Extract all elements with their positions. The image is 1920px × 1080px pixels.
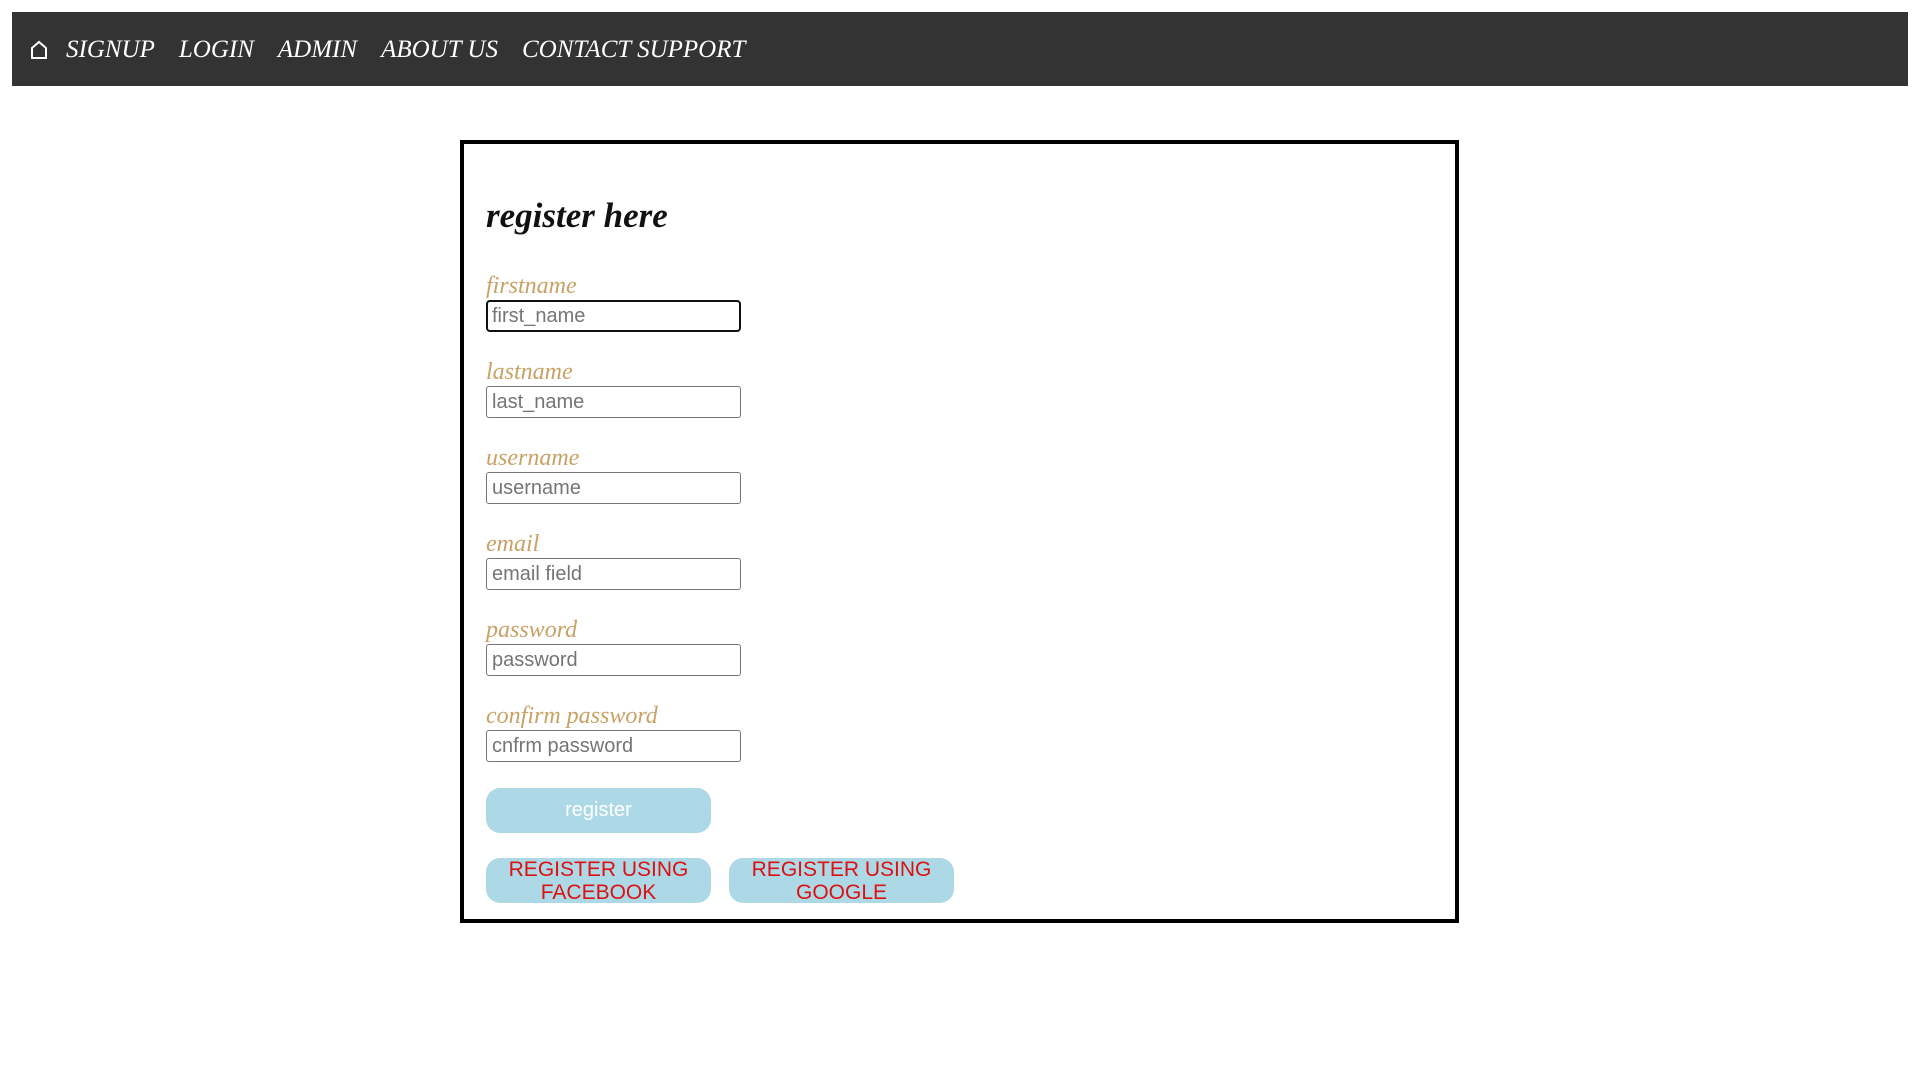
confirm-password-label: confirm password (486, 703, 658, 729)
nav-admin-link[interactable]: ADMIN (278, 37, 357, 62)
nav-contact-support-link[interactable]: CONTACT SUPPORT (522, 37, 745, 62)
username-input[interactable] (486, 472, 741, 504)
firstname-label: firstname (486, 273, 577, 299)
lastname-input[interactable] (486, 386, 741, 418)
register-facebook-label: REGISTER USING FACEBOOK (508, 857, 689, 904)
nav-signup-link[interactable]: SIGNUP (66, 37, 155, 62)
register-facebook-button[interactable]: REGISTER USING FACEBOOK (486, 857, 711, 904)
confirm-password-input[interactable] (486, 730, 741, 762)
username-label: username (486, 445, 580, 471)
lastname-label: lastname (486, 359, 573, 385)
firstname-input[interactable] (486, 300, 741, 332)
register-google-label: REGISTER USING GOOGLE (751, 857, 932, 904)
nav-login-link[interactable]: LOGIN (179, 37, 254, 62)
form-title: register here (486, 196, 668, 235)
email-label: email (486, 531, 540, 557)
password-label: password (486, 617, 578, 643)
register-google-button[interactable]: REGISTER USING GOOGLE (729, 857, 954, 904)
register-button[interactable]: register (486, 788, 711, 833)
register-form: register here firstname lastname usernam… (460, 140, 1459, 923)
top-navbar: SIGNUP LOGIN ADMIN ABOUT US CONTACT SUPP… (12, 12, 1908, 86)
nav-about-us-link[interactable]: ABOUT US (381, 37, 498, 62)
password-input[interactable] (486, 644, 741, 676)
home-icon[interactable] (26, 36, 52, 62)
email-input[interactable] (486, 558, 741, 590)
